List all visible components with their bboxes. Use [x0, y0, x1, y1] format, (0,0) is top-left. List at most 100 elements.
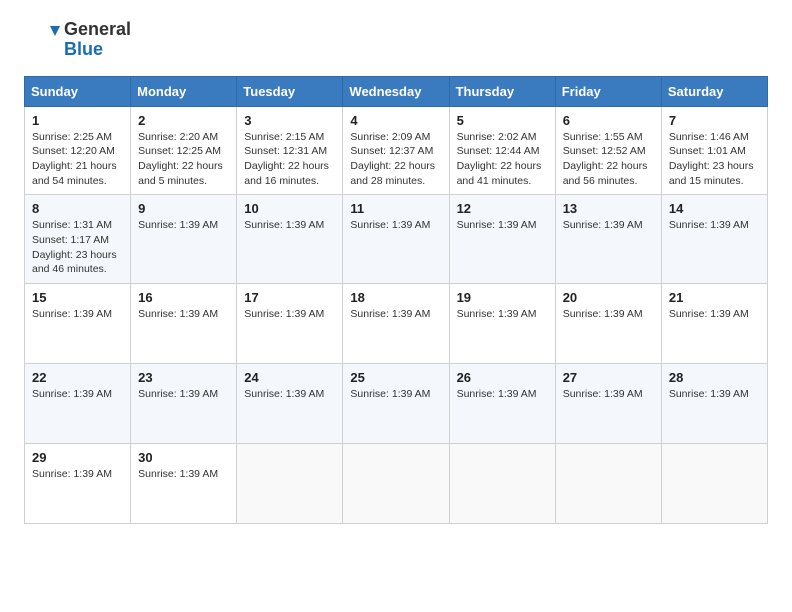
day-info: Sunrise: 1:39 AM	[457, 387, 548, 402]
calendar-cell: 10 Sunrise: 1:39 AM	[237, 195, 343, 284]
day-number: 11	[350, 201, 441, 216]
calendar-cell: 27 Sunrise: 1:39 AM	[555, 364, 661, 444]
day-number: 13	[563, 201, 654, 216]
logo-blue: Blue	[64, 40, 131, 60]
day-info: Sunrise: 1:39 AM	[138, 307, 229, 322]
calendar-cell: 18 Sunrise: 1:39 AM	[343, 284, 449, 364]
day-info: Sunrise: 1:39 AM	[138, 467, 229, 482]
day-number: 10	[244, 201, 335, 216]
day-number: 19	[457, 290, 548, 305]
week-row-2: 8 Sunrise: 1:31 AMSunset: 1:17 AMDaylight…	[25, 195, 768, 284]
day-info: Sunrise: 2:15 AMSunset: 12:31 AMDaylight…	[244, 130, 335, 189]
day-number: 17	[244, 290, 335, 305]
calendar-cell: 8 Sunrise: 1:31 AMSunset: 1:17 AMDaylight…	[25, 195, 131, 284]
day-number: 15	[32, 290, 123, 305]
day-number: 22	[32, 370, 123, 385]
calendar-cell: 28Sunrise: 1:39 AM	[661, 364, 767, 444]
day-header-friday: Friday	[555, 76, 661, 106]
calendar-cell	[237, 444, 343, 524]
day-info: Sunrise: 1:39 AM	[32, 307, 123, 322]
day-number: 30	[138, 450, 229, 465]
calendar-cell: 22 Sunrise: 1:39 AM	[25, 364, 131, 444]
day-info: Sunrise: 1:39 AM	[350, 218, 441, 233]
calendar-cell: 20Sunrise: 1:39 AM	[555, 284, 661, 364]
day-number: 5	[457, 113, 548, 128]
calendar-cell: 30 Sunrise: 1:39 AM	[131, 444, 237, 524]
calendar-cell: 16 Sunrise: 1:39 AM	[131, 284, 237, 364]
calendar-cell: 19 Sunrise: 1:39 AM	[449, 284, 555, 364]
calendar-cell: 3 Sunrise: 2:15 AMSunset: 12:31 AMDayligh…	[237, 106, 343, 195]
calendar-cell: 1 Sunrise: 2:25 AMSunset: 12:20 AMDayligh…	[25, 106, 131, 195]
day-headers-row: SundayMondayTuesdayWednesdayThursdayFrid…	[25, 76, 768, 106]
week-row-3: 15 Sunrise: 1:39 AM 16 Sunrise: 1:39 AM 17 Su…	[25, 284, 768, 364]
day-number: 26	[457, 370, 548, 385]
day-info: Sunrise: 1:39 AM	[350, 307, 441, 322]
day-info: Sunrise: 1:39 AM	[563, 387, 654, 402]
day-number: 14	[669, 201, 760, 216]
day-info: Sunrise: 1:39 AM	[563, 218, 654, 233]
day-number: 27	[563, 370, 654, 385]
day-number: 24	[244, 370, 335, 385]
day-info: Sunrise: 1:39 AM	[32, 387, 123, 402]
calendar-cell: 13 Sunrise: 1:39 AM	[555, 195, 661, 284]
day-info: Sunrise: 1:39 AM	[138, 218, 229, 233]
calendar-cell: 23 Sunrise: 1:39 AM	[131, 364, 237, 444]
logo-svg-icon	[24, 22, 60, 58]
day-number: 6	[563, 113, 654, 128]
week-row-4: 22 Sunrise: 1:39 AM 23 Sunrise: 1:39 AM 24 Su…	[25, 364, 768, 444]
day-header-thursday: Thursday	[449, 76, 555, 106]
calendar-table: SundayMondayTuesdayWednesdayThursdayFrid…	[24, 76, 768, 525]
logo-wordmark: General Blue	[64, 20, 131, 60]
calendar-cell: 2 Sunrise: 2:20 AMSunset: 12:25 AMDayligh…	[131, 106, 237, 195]
calendar-cell: 21 Sunrise: 1:39 AM	[661, 284, 767, 364]
day-number: 16	[138, 290, 229, 305]
logo-general: General	[64, 20, 131, 40]
week-row-5: 29 Sunrise: 1:39 AM 30 Sunrise: 1:39 AM	[25, 444, 768, 524]
day-number: 21	[669, 290, 760, 305]
day-info: Sunrise: 1:39 AM	[563, 307, 654, 322]
day-info: Sunrise: 1:39 AM	[669, 307, 760, 322]
calendar-cell: 17 Sunrise: 1:39 AM	[237, 284, 343, 364]
day-info: Sunrise: 2:09 AMSunset: 12:37 AMDaylight…	[350, 130, 441, 189]
day-info: Sunrise: 1:39 AM	[457, 307, 548, 322]
day-number: 25	[350, 370, 441, 385]
day-header-monday: Monday	[131, 76, 237, 106]
calendar-cell: 6Sunrise: 1:55 AMSunset: 12:52 AMDayligh…	[555, 106, 661, 195]
day-info: Sunrise: 2:25 AMSunset: 12:20 AMDaylight…	[32, 130, 123, 189]
day-header-sunday: Sunday	[25, 76, 131, 106]
day-number: 7	[669, 113, 760, 128]
calendar-cell: 25 Sunrise: 1:39 AM	[343, 364, 449, 444]
day-number: 4	[350, 113, 441, 128]
day-header-wednesday: Wednesday	[343, 76, 449, 106]
day-info: Sunrise: 2:20 AMSunset: 12:25 AMDaylight…	[138, 130, 229, 189]
day-number: 23	[138, 370, 229, 385]
day-header-saturday: Saturday	[661, 76, 767, 106]
day-number: 8	[32, 201, 123, 216]
day-info: Sunrise: 1:39 AM	[244, 307, 335, 322]
day-number: 28	[669, 370, 760, 385]
day-header-tuesday: Tuesday	[237, 76, 343, 106]
calendar-cell: 11 Sunrise: 1:39 AM	[343, 195, 449, 284]
day-number: 2	[138, 113, 229, 128]
calendar-cell: 26 Sunrise: 1:39 AM	[449, 364, 555, 444]
day-number: 1	[32, 113, 123, 128]
calendar-cell: 7 Sunrise: 1:46 AMSunset: 1:01 AMDaylight…	[661, 106, 767, 195]
day-number: 18	[350, 290, 441, 305]
day-info: Sunrise: 1:39 AM	[32, 467, 123, 482]
calendar-cell: 4 Sunrise: 2:09 AMSunset: 12:37 AMDayligh…	[343, 106, 449, 195]
logo: General Blue	[24, 20, 131, 60]
day-info: Sunrise: 1:39 AM	[138, 387, 229, 402]
day-info: Sunrise: 1:39 AM	[244, 218, 335, 233]
day-info: Sunrise: 1:39 AM	[669, 218, 760, 233]
day-info: Sunrise: 1:31 AMSunset: 1:17 AMDaylight:…	[32, 218, 123, 277]
day-info: Sunrise: 1:46 AMSunset: 1:01 AMDaylight:…	[669, 130, 760, 189]
day-info: Sunrise: 1:39 AM	[244, 387, 335, 402]
day-number: 3	[244, 113, 335, 128]
calendar-cell: 12Sunrise: 1:39 AM	[449, 195, 555, 284]
day-number: 29	[32, 450, 123, 465]
day-info: Sunrise: 1:39 AM	[350, 387, 441, 402]
calendar-cell: 24 Sunrise: 1:39 AM	[237, 364, 343, 444]
day-number: 9	[138, 201, 229, 216]
calendar-cell	[555, 444, 661, 524]
calendar-cell	[343, 444, 449, 524]
